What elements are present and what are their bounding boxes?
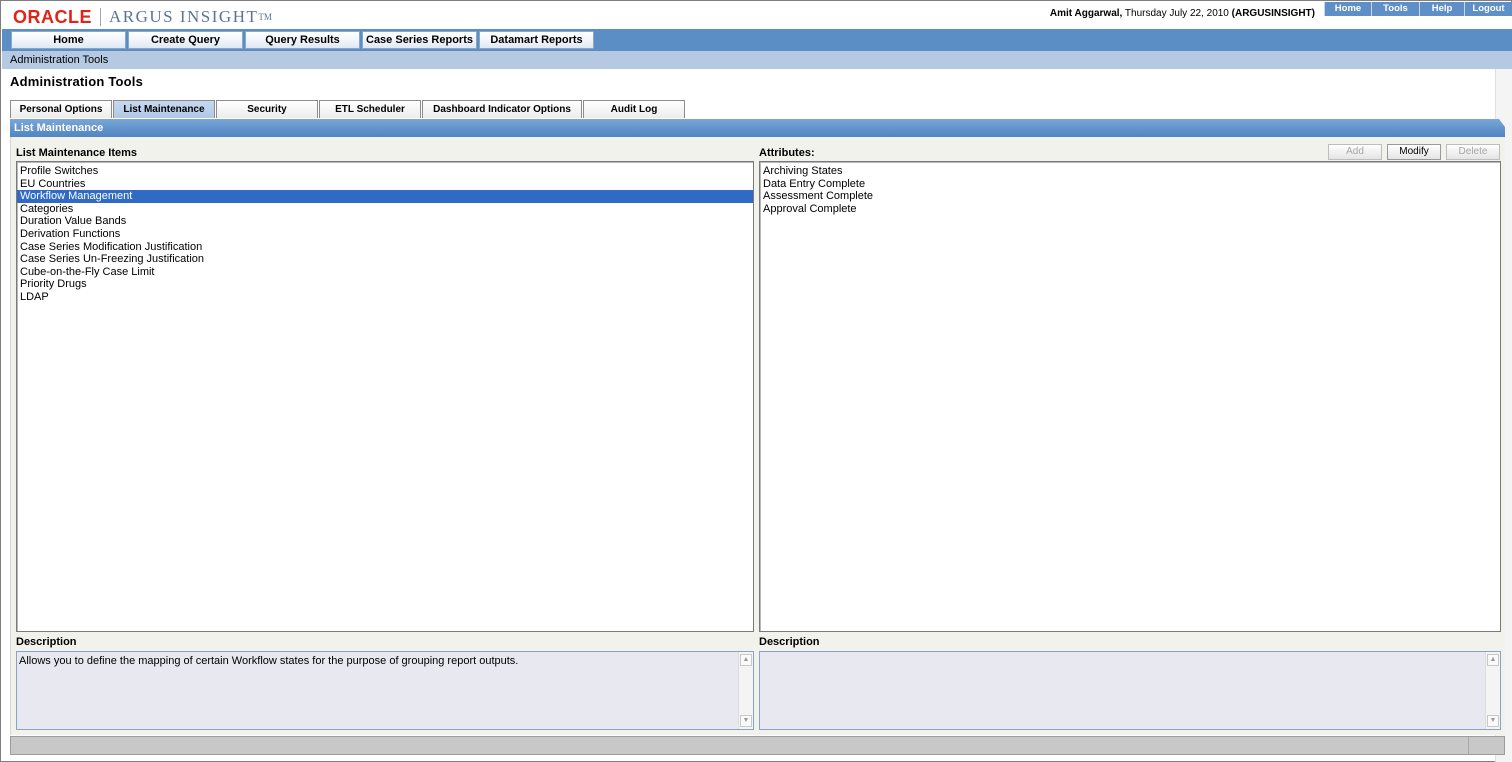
right-description-label: Description xyxy=(759,636,820,648)
list-maintenance-items-listbox[interactable]: Profile Switches EU Countries Workflow M… xyxy=(16,161,754,632)
nav-datamart-reports[interactable]: Datamart Reports xyxy=(479,31,594,49)
oracle-logo-text: ORACLE xyxy=(13,6,92,27)
top-link-home[interactable]: Home xyxy=(1324,2,1371,16)
attribute-item[interactable]: Approval Complete xyxy=(760,203,1500,216)
nav-create-query[interactable]: Create Query xyxy=(128,31,243,49)
list-item[interactable]: Derivation Functions xyxy=(17,228,753,241)
attributes-listbox[interactable]: Archiving States Data Entry Complete Ass… xyxy=(759,161,1501,632)
logo-divider xyxy=(100,8,101,26)
attribute-item[interactable]: Assessment Complete xyxy=(760,190,1500,203)
attributes-label: Attributes: xyxy=(759,147,815,159)
left-description-label: Description xyxy=(16,636,77,648)
scroll-up-icon[interactable]: ▲ xyxy=(1487,654,1499,666)
left-description-box[interactable]: Allows you to define the mapping of cert… xyxy=(16,651,754,730)
left-description-scrollbar[interactable]: ▲ ▼ xyxy=(738,652,753,729)
nav-home[interactable]: Home xyxy=(11,31,126,49)
user-info: Amit Aggarwal, Thursday July 22, 2010 (A… xyxy=(1002,8,1315,19)
list-item-selected[interactable]: Workflow Management xyxy=(17,190,753,203)
top-link-logout[interactable]: Logout xyxy=(1464,2,1512,16)
list-item[interactable]: Categories xyxy=(17,203,753,216)
attribute-item[interactable]: Data Entry Complete xyxy=(760,178,1500,191)
top-link-tools[interactable]: Tools xyxy=(1371,2,1419,16)
breadcrumb-item: Administration Tools xyxy=(10,54,109,66)
left-description-text: Allows you to define the mapping of cert… xyxy=(19,655,519,667)
top-links: Home Tools Help Logout xyxy=(1324,2,1512,16)
list-item[interactable]: Profile Switches xyxy=(17,165,753,178)
delete-button[interactable]: Delete xyxy=(1446,144,1500,160)
status-bar xyxy=(10,736,1505,755)
list-item[interactable]: Case Series Un-Freezing Justification xyxy=(17,253,753,266)
list-item[interactable]: Cube-on-the-Fly Case Limit xyxy=(17,266,753,279)
argus-insight-logo-text: ARGUS INSIGHT xyxy=(109,7,259,26)
nav-case-series-reports[interactable]: Case Series Reports xyxy=(362,31,477,49)
list-item[interactable]: LDAP xyxy=(17,291,753,304)
list-item[interactable]: EU Countries xyxy=(17,178,753,191)
list-item[interactable]: Case Series Modification Justification xyxy=(17,241,753,254)
tab-dashboard-indicator-options[interactable]: Dashboard Indicator Options xyxy=(422,100,582,118)
modify-button[interactable]: Modify xyxy=(1387,144,1441,160)
nav-query-results[interactable]: Query Results xyxy=(245,31,360,49)
database-name: (ARGUSINSIGHT) xyxy=(1231,8,1315,19)
tab-audit-log[interactable]: Audit Log xyxy=(583,100,685,118)
trademark-mark: TM xyxy=(258,12,272,22)
right-description-box[interactable]: ▲ ▼ xyxy=(759,651,1501,730)
tab-personal-options[interactable]: Personal Options xyxy=(10,100,112,118)
add-button[interactable]: Add xyxy=(1328,144,1382,160)
tab-etl-scheduler[interactable]: ETL Scheduler xyxy=(319,100,421,118)
tab-list-maintenance[interactable]: List Maintenance xyxy=(113,100,215,118)
page-title: Administration Tools xyxy=(10,74,144,89)
tab-security[interactable]: Security xyxy=(216,100,318,118)
breadcrumb: Administration Tools xyxy=(2,51,1512,69)
list-item[interactable]: Duration Value Bands xyxy=(17,215,753,228)
scroll-down-icon[interactable]: ▼ xyxy=(740,715,752,727)
attribute-item[interactable]: Archiving States xyxy=(760,165,1500,178)
header: ORACLE ARGUS INSIGHT TM Amit Aggarwal, T… xyxy=(2,2,1512,29)
main-nav: Home Create Query Query Results Case Ser… xyxy=(2,29,1512,51)
logo: ORACLE ARGUS INSIGHT TM xyxy=(13,7,272,27)
section-title: List Maintenance xyxy=(14,122,104,134)
scroll-down-icon[interactable]: ▼ xyxy=(1487,715,1499,727)
right-description-scrollbar[interactable]: ▲ ▼ xyxy=(1485,652,1500,729)
current-date: Thursday July 22, 2010 xyxy=(1124,8,1229,19)
status-bar-cell xyxy=(1468,737,1504,754)
top-link-help[interactable]: Help xyxy=(1419,2,1464,16)
list-item[interactable]: Priority Drugs xyxy=(17,278,753,291)
scroll-up-icon[interactable]: ▲ xyxy=(740,654,752,666)
app-window: ORACLE ARGUS INSIGHT TM Amit Aggarwal, T… xyxy=(0,0,1512,762)
list-maintenance-items-label: List Maintenance Items xyxy=(16,147,138,159)
section-header: List Maintenance xyxy=(10,119,1505,137)
user-name: Amit Aggarwal, xyxy=(1049,8,1123,19)
